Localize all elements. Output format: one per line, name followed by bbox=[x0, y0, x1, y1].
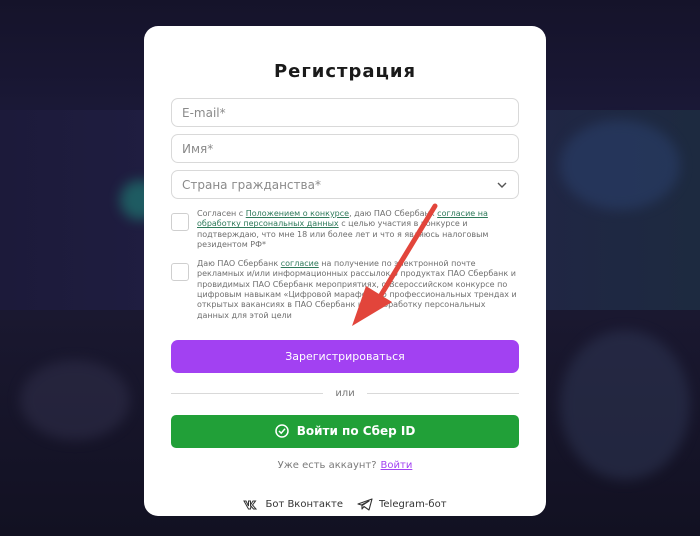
country-select-placeholder: Страна гражданства* bbox=[182, 178, 321, 192]
or-divider: или bbox=[171, 387, 520, 401]
bg-blob bbox=[560, 330, 690, 480]
consent-terms-text: Согласен с Положением о конкурсе, даю ПА… bbox=[197, 209, 519, 250]
vk-bot-link[interactable]: Бот Вконтакте bbox=[243, 499, 343, 510]
regulations-link[interactable]: Положением о конкурсе bbox=[246, 209, 349, 218]
sber-id-button[interactable]: Войти по Сбер ID bbox=[171, 414, 519, 448]
consent-mailing-checkbox[interactable] bbox=[171, 263, 189, 282]
register-button[interactable]: Зарегистрироваться bbox=[171, 339, 519, 373]
sber-id-label: Войти по Сбер ID bbox=[296, 424, 416, 439]
consent-mailing-text: Даю ПАО Сбербанк согласие на получение п… bbox=[197, 259, 519, 321]
check-circle-icon bbox=[274, 424, 289, 439]
consent-text-part: на получение по электронной почте реклам… bbox=[197, 259, 517, 320]
chevron-down-icon bbox=[497, 182, 507, 188]
country-select[interactable]: Страна гражданства* bbox=[171, 170, 519, 199]
telegram-bot-link[interactable]: Telegram-бот bbox=[357, 498, 447, 512]
consent-text-part: Согласен с bbox=[197, 209, 246, 218]
login-link[interactable]: Войти bbox=[381, 460, 413, 471]
name-field[interactable] bbox=[172, 135, 518, 162]
telegram-bot-label: Telegram-бот bbox=[378, 499, 447, 511]
email-field-wrap bbox=[171, 98, 519, 127]
consent-terms-checkbox[interactable] bbox=[171, 213, 189, 231]
mailing-consent-link[interactable]: согласие bbox=[281, 259, 319, 268]
consent-text-part: Даю ПАО Сбербанк bbox=[197, 259, 281, 269]
consent-text-part: , даю ПАО Сбербанк bbox=[349, 209, 438, 218]
name-field-wrap bbox=[171, 134, 519, 163]
bot-links: Бот Вконтакте Telegram-бот bbox=[171, 498, 519, 512]
divider-line bbox=[171, 393, 324, 395]
or-label: или bbox=[335, 388, 355, 400]
have-account-text: Уже есть аккаунт? bbox=[277, 459, 377, 471]
email-field[interactable] bbox=[172, 99, 518, 126]
login-row: Уже есть аккаунт? Войти bbox=[171, 460, 519, 474]
vk-icon bbox=[243, 500, 258, 510]
bg-blob bbox=[560, 120, 680, 210]
modal-title: Регистрация bbox=[273, 61, 417, 82]
consent-terms: Согласен с Положением о конкурсе, даю ПА… bbox=[171, 209, 519, 250]
consent-mailing: Даю ПАО Сбербанк согласие на получение п… bbox=[171, 259, 519, 321]
divider-line bbox=[366, 393, 520, 395]
vk-bot-label: Бот Вконтакте bbox=[265, 499, 343, 511]
registration-modal: Регистрация Страна гражданства* Согласен… bbox=[144, 26, 546, 516]
bg-blob bbox=[20, 360, 130, 440]
telegram-icon bbox=[357, 498, 373, 512]
